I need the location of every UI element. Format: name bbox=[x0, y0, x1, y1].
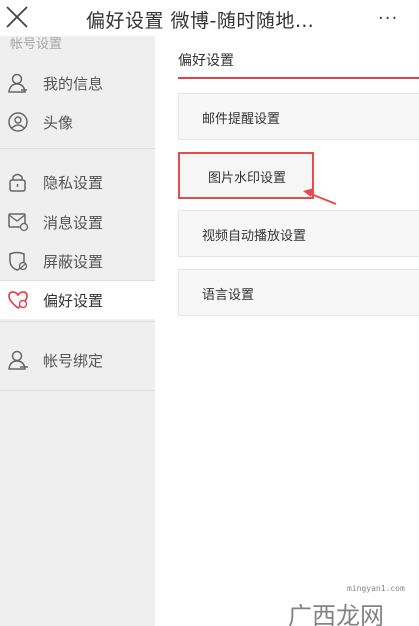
option-label: 视频自动播放设置 bbox=[202, 229, 307, 244]
sidebar-item-label: 偏好设置 bbox=[43, 292, 104, 310]
watermark-text: 广西龙网 bbox=[288, 602, 384, 626]
annotation-arrow-icon bbox=[303, 188, 337, 205]
sidebar-item-label: 帐号绑定 bbox=[43, 352, 104, 370]
more-menu-button[interactable]: ··· bbox=[378, 8, 398, 29]
close-icon[interactable] bbox=[4, 4, 30, 30]
sidebar-item-label: 隐私设置 bbox=[43, 174, 104, 192]
sidebar-item-my-info[interactable]: 我的信息 bbox=[0, 64, 155, 102]
option-label: 图片水印设置 bbox=[208, 171, 287, 186]
sidebar-divider bbox=[0, 148, 155, 149]
person-icon bbox=[8, 73, 27, 93]
option-label: 邮件提醒设置 bbox=[202, 112, 281, 127]
sidebar-item-label: 我的信息 bbox=[43, 75, 104, 93]
sidebar: 帐号设置 我的信息 头像 隐私设置 消息设置 屏蔽设置 偏好设置 帐号绑定 bbox=[0, 36, 155, 626]
section-underline bbox=[178, 77, 419, 79]
account-bind-icon bbox=[8, 350, 28, 370]
avatar-icon bbox=[8, 112, 28, 132]
sidebar-item-account-binding[interactable]: 帐号绑定 bbox=[0, 341, 155, 379]
option-label: 语言设置 bbox=[202, 288, 255, 303]
sidebar-divider bbox=[0, 390, 155, 391]
section-title: 偏好设置 bbox=[178, 53, 234, 69]
page-title: 偏好设置 微博-随时随地… bbox=[86, 10, 315, 32]
sidebar-item-avatar[interactable]: 头像 bbox=[0, 103, 155, 141]
option-video-autoplay[interactable]: 视频自动播放设置 bbox=[178, 210, 419, 257]
preferences-panel: 偏好设置 邮件提醒设置 图片水印设置 视频自动播放设置 语言设置 bbox=[155, 36, 419, 626]
sidebar-divider bbox=[0, 321, 155, 322]
sidebar-item-preferences[interactable]: 偏好设置 bbox=[0, 281, 155, 319]
heart-icon bbox=[8, 291, 28, 310]
message-icon bbox=[8, 213, 29, 232]
title-bar: 偏好设置 微博-随时随地… ··· bbox=[0, 0, 419, 36]
shield-icon bbox=[9, 251, 28, 271]
sidebar-item-messages[interactable]: 消息设置 bbox=[0, 203, 155, 241]
sidebar-item-blocking[interactable]: 屏蔽设置 bbox=[0, 242, 155, 280]
sidebar-item-privacy[interactable]: 隐私设置 bbox=[0, 163, 155, 201]
sidebar-item-label: 头像 bbox=[43, 114, 74, 132]
option-image-watermark[interactable]: 图片水印设置 bbox=[178, 152, 314, 199]
sidebar-section-label: 帐号设置 bbox=[10, 37, 63, 52]
sidebar-item-label: 屏蔽设置 bbox=[43, 253, 104, 271]
sidebar-item-label: 消息设置 bbox=[43, 214, 104, 232]
lock-icon bbox=[9, 173, 26, 192]
watermark-url: mingyan1.com bbox=[347, 584, 405, 593]
option-email-reminder[interactable]: 邮件提醒设置 bbox=[178, 93, 419, 140]
option-language[interactable]: 语言设置 bbox=[178, 269, 419, 316]
